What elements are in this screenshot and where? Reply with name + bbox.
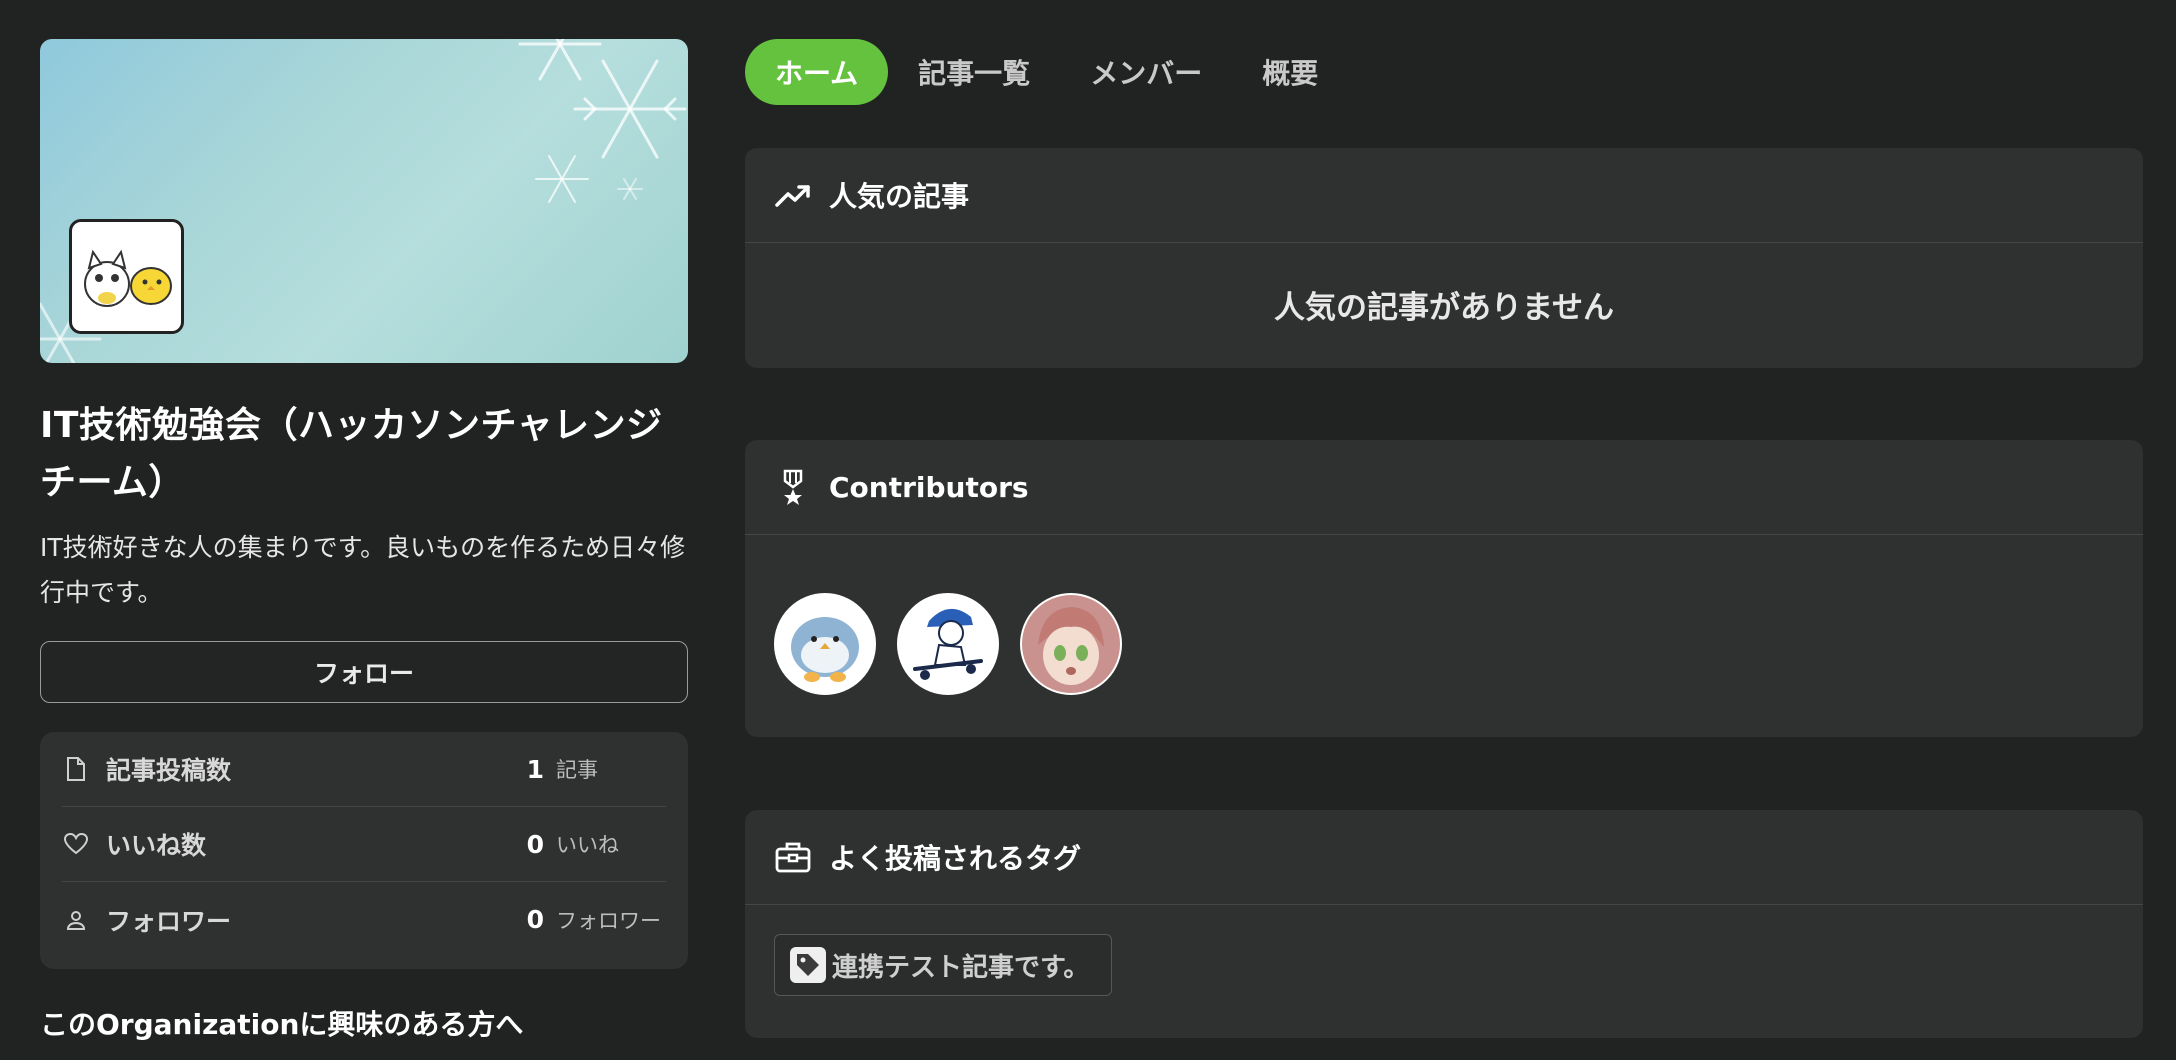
stat-label: いいね数 [106,831,207,860]
stat-row-likes: いいね数 0 いいね [62,807,666,882]
org-tabs: ホーム 記事一覧 メンバー 概要 [745,39,1348,105]
org-cover-image [40,39,688,363]
tab-articles[interactable]: 記事一覧 [888,39,1060,105]
cat-and-chick-icon [83,249,172,307]
stat-unit: 記事 [556,758,598,782]
contributor-avatar-skater[interactable] [897,593,999,695]
interest-heading: このOrganizationに興味のある方へ [40,1008,524,1041]
org-title: IT技術勉強会（ハッカソンチャレンジチーム） [40,405,663,503]
anime-girl-avatar-icon [1022,595,1120,693]
stat-row-articles: 記事投稿数 1 記事 [62,732,666,807]
tab-about[interactable]: 概要 [1232,39,1348,105]
tag-chip[interactable]: 連携テスト記事です。 [774,934,1113,996]
empty-message: 人気の記事がありません [1273,289,1615,326]
skater-avatar-icon [899,595,997,693]
medal-icon [775,469,811,505]
contributors-list [745,535,2143,695]
card-title: 人気の記事 [829,180,970,213]
tab-members[interactable]: メンバー [1060,39,1232,105]
stat-unit: いいね [556,833,619,857]
card-title: Contributors [829,470,1029,504]
document-icon [62,755,90,783]
stat-unit: フォロワー [556,908,661,933]
tag-icon [790,947,826,983]
frequent-tags-card: よく投稿されるタグ 連携テスト記事です。 [745,810,2143,1038]
stat-label: 記事投稿数 [106,756,232,785]
stat-label: フォロワー [106,906,232,936]
tag-label: 連携テスト記事です。 [832,952,1090,983]
tab-home[interactable]: ホーム [745,39,889,105]
contributors-card: Contributors [745,440,2143,737]
popular-articles-card: 人気の記事 人気の記事がありません [745,148,2143,368]
contributor-avatar-anime-girl[interactable] [1020,593,1122,695]
organization-page: IT技術勉強会（ハッカソンチャレンジチーム） IT技術好きな人の集まりです。良い… [0,0,2176,1060]
follow-button[interactable]: フォロー [40,641,688,703]
org-description: IT技術好きな人の集まりです。良いものを作るため日々修行中です。 [40,533,686,607]
person-icon [62,906,90,934]
org-stats: 記事投稿数 1 記事 いいね数 0 いいね フォロワー 0 フォロワー [40,732,688,969]
stat-row-followers: フォロワー 0 フォロワー [62,882,666,957]
stat-value: 0 [526,905,544,934]
penguin-avatar-icon [776,595,874,693]
card-title: よく投稿されるタグ [829,842,1082,875]
stat-value: 0 [526,829,544,859]
heart-icon [62,830,90,858]
stat-value: 1 [526,754,544,784]
card-header: Contributors [745,440,2143,535]
card-header: 人気の記事 [745,148,2143,243]
org-logo[interactable] [69,219,184,334]
contributor-avatar-penguin[interactable] [774,593,876,695]
card-header: よく投稿されるタグ [745,810,2143,905]
briefcase-icon [775,839,811,875]
org-sidebar: IT技術勉強会（ハッカソンチャレンジチーム） IT技術好きな人の集まりです。良い… [40,39,688,1043]
trending-up-icon [775,177,811,213]
